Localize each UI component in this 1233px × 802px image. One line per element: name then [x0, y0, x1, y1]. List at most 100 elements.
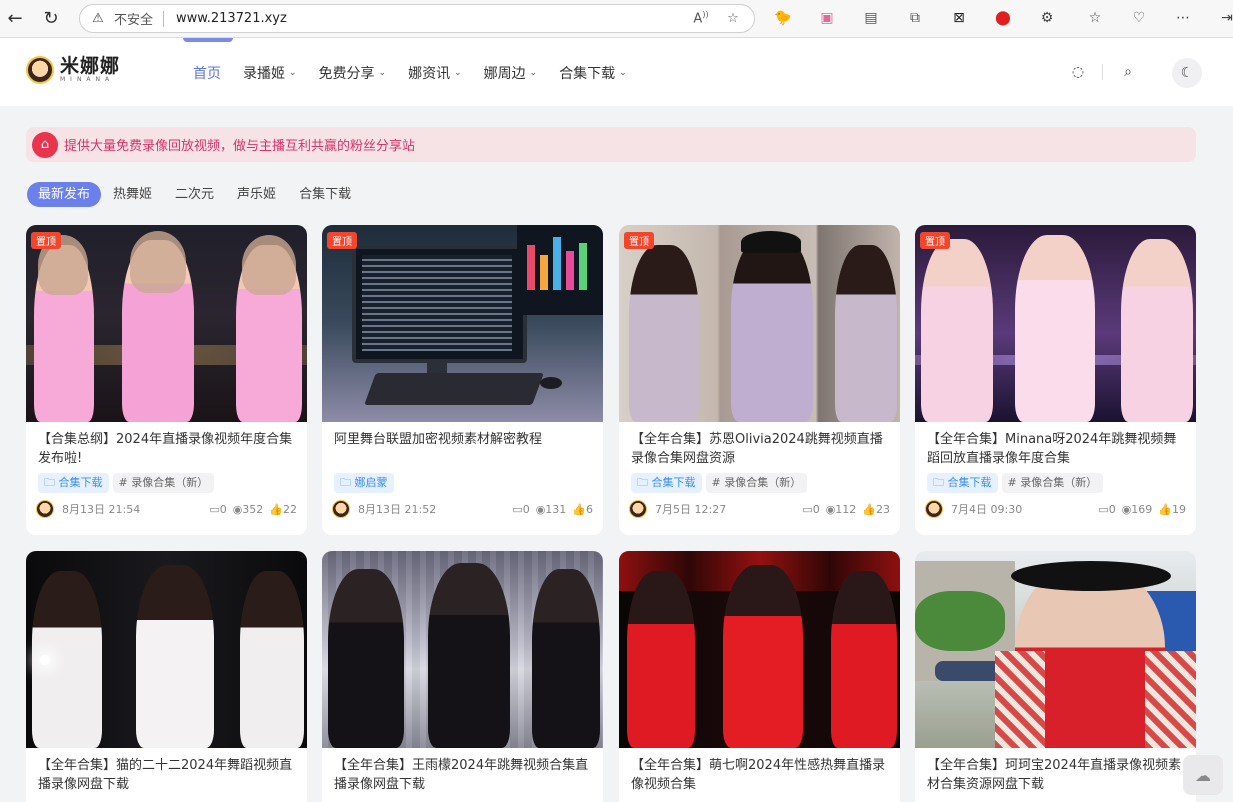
post-title[interactable]: 【全年合集】猫的二十二2024年舞蹈视频直播录像网盘下载: [26, 748, 307, 796]
post-card[interactable]: 置顶 【合集总纲】2024年直播录像视频年度合集发布啦! 🗀 合集下载 # 录像…: [26, 225, 307, 535]
extension-icon[interactable]: ⬤: [992, 7, 1014, 29]
post-thumbnail[interactable]: 置顶: [619, 225, 900, 422]
sidebar-icon[interactable]: ⇥: [1216, 7, 1233, 29]
hashtag-label: 录像合集（新）: [131, 476, 209, 489]
author-avatar[interactable]: [629, 500, 647, 518]
post-card[interactable]: 置顶 【全年合集】Minana呀2024年跳舞视频舞蹈回放直播录像年度合集 🗀 …: [915, 225, 1196, 535]
post-card[interactable]: 【全年合集】珂珂宝2024年直播录像视频素材合集资源网盘下载: [915, 551, 1196, 802]
post-card[interactable]: 【全年合集】萌七啊2024年性感热舞直播录像视频合集: [619, 551, 900, 802]
post-thumbnail[interactable]: 置顶: [26, 225, 307, 422]
comment-icon: ▭: [209, 502, 220, 516]
extension-icon[interactable]: ▣: [816, 7, 838, 29]
post-title[interactable]: 【全年合集】萌七啊2024年性感热舞直播录像视频合集: [619, 748, 900, 796]
post-thumbnail[interactable]: [26, 551, 307, 748]
nav-merch[interactable]: 娜周边 ⌄: [484, 63, 538, 83]
folder-icon: 🗀: [933, 476, 944, 489]
extension-icon[interactable]: 🐤: [772, 7, 794, 29]
main-nav: 首页 录播姬 ⌄ 免费分享 ⌄ 娜资讯 ⌄ 娜周边 ⌄ 合集下载 ⌄: [193, 63, 649, 83]
author-avatar[interactable]: [332, 500, 350, 518]
thumbs-up-icon: 👍: [572, 502, 586, 516]
site-header: 米娜娜 MINANA 首页 录播姬 ⌄ 免费分享 ⌄ 娜资讯 ⌄ 娜周边 ⌄ 合集下载 ⌄…: [0, 38, 1233, 106]
pinned-badge: 置顶: [31, 232, 61, 249]
nav-home[interactable]: 首页: [193, 63, 221, 83]
post-card[interactable]: 置顶 阿里舞台联盟加密视频素材解密教程 🗀 娜启蒙 8月13日 21:52 ▭0…: [322, 225, 603, 535]
pinned-badge: 置顶: [327, 232, 357, 249]
comment-count: ▭0: [802, 502, 820, 516]
extensions-puzzle-icon[interactable]: ⚙: [1036, 7, 1058, 29]
post-card[interactable]: 置顶 【全年合集】苏恩Olivia2024跳舞视频直播录像合集网盘资源 🗀 合集…: [619, 225, 900, 535]
nav-lubo[interactable]: 录播姬 ⌄: [243, 63, 297, 83]
chevron-down-icon: ⌄: [378, 68, 387, 78]
back-icon[interactable]: ←: [0, 3, 30, 33]
hashtag-label: 录像合集（新）: [724, 476, 802, 489]
category-tag[interactable]: 🗀 合集下载: [631, 473, 702, 493]
search-icon[interactable]: ⌕: [1118, 62, 1138, 82]
post-card[interactable]: 【全年合集】猫的二十二2024年舞蹈视频直播录像网盘下载: [26, 551, 307, 802]
folder-icon: 🗀: [637, 476, 648, 489]
post-thumbnail[interactable]: [915, 551, 1196, 748]
like-count: 👍6: [572, 502, 593, 516]
post-title[interactable]: 【全年合集】苏恩Olivia2024跳舞视频直播录像合集网盘资源: [619, 422, 900, 470]
comment-count: ▭0: [512, 502, 530, 516]
chat-bubble-icon: ☁: [1195, 765, 1211, 785]
performance-icon[interactable]: ♡: [1128, 7, 1150, 29]
category-tag[interactable]: 🗀 合集下载: [927, 473, 998, 493]
category-tag[interactable]: 🗀 合集下载: [38, 473, 109, 493]
view-count: ◉352: [232, 502, 264, 516]
header-separator: [1102, 64, 1103, 80]
url-text[interactable]: www.213721.xyz: [176, 11, 680, 26]
hashtag[interactable]: # 录像合集（新）: [112, 473, 215, 493]
post-title[interactable]: 【全年合集】珂珂宝2024年直播录像视频素材合集资源网盘下载: [915, 748, 1196, 796]
nav-collection-download[interactable]: 合集下载 ⌄: [559, 63, 627, 83]
category-tabs: 最新发布 热舞姬 二次元 声乐姬 合集下载: [27, 182, 363, 207]
author-avatar[interactable]: [925, 500, 943, 518]
warning-icon: ⚠: [92, 11, 104, 26]
post-thumbnail[interactable]: 置顶: [322, 225, 603, 422]
post-title[interactable]: 【合集总纲】2024年直播录像视频年度合集发布啦!: [26, 422, 307, 470]
refresh-icon[interactable]: ↻: [36, 3, 66, 33]
extension-icon[interactable]: ▤: [860, 7, 882, 29]
pinned-badge: 置顶: [624, 232, 654, 249]
comment-icon: ▭: [1098, 502, 1109, 516]
post-date: 8月13日 21:54: [62, 503, 141, 516]
view-count: ◉112: [825, 502, 857, 516]
favorite-star-icon[interactable]: ☆: [722, 11, 744, 26]
post-title[interactable]: 【全年合集】Minana呀2024年跳舞视频舞蹈回放直播录像年度合集: [915, 422, 1196, 470]
tab-latest[interactable]: 最新发布: [27, 182, 102, 207]
extension-icon[interactable]: ⊠: [948, 7, 970, 29]
nav-news[interactable]: 娜资讯 ⌄: [408, 63, 462, 83]
logo-avatar-icon: [26, 56, 54, 84]
post-date: 7月5日 12:27: [655, 503, 727, 516]
post-thumbnail[interactable]: 置顶: [915, 225, 1196, 422]
active-nav-indicator: [183, 38, 233, 42]
post-title[interactable]: 阿里舞台联盟加密视频素材解密教程: [322, 422, 603, 470]
read-aloud-icon[interactable]: A)): [690, 10, 712, 26]
category-tag[interactable]: 🗀 娜启蒙: [334, 473, 394, 493]
view-count: ◉169: [1121, 502, 1153, 516]
extension-icon[interactable]: ⧉: [904, 7, 926, 29]
lightbulb-icon[interactable]: ◌: [1068, 62, 1088, 82]
chevron-down-icon: ⌄: [289, 68, 297, 78]
nav-free-share[interactable]: 免费分享 ⌄: [319, 63, 387, 83]
post-thumbnail[interactable]: [619, 551, 900, 748]
post-thumbnail[interactable]: [322, 551, 603, 748]
tab-collections[interactable]: 合集下载: [288, 182, 362, 207]
tab-vocal[interactable]: 声乐姬: [226, 182, 287, 207]
browser-toolbar: ← ↻ ⚠ 不安全 www.213721.xyz A)) ☆ 🐤 ▣ ▤ ⧉ ⊠…: [0, 0, 1233, 38]
post-card[interactable]: 【全年合集】王雨檬2024年跳舞视频合集直播录像网盘下载: [322, 551, 603, 802]
chat-float-button[interactable]: ☁: [1183, 755, 1223, 795]
hashtag[interactable]: # 录像合集（新）: [705, 473, 808, 493]
tab-hot-dance[interactable]: 热舞姬: [102, 182, 163, 207]
category-label: 合集下载: [947, 476, 992, 489]
notice-text: 提供大量免费录像回放视频，做与主播互利共赢的粉丝分享站: [64, 139, 416, 154]
dark-mode-toggle[interactable]: ☾: [1172, 58, 1202, 88]
hashtag[interactable]: # 录像合集（新）: [1001, 473, 1104, 493]
tab-anime[interactable]: 二次元: [164, 182, 225, 207]
post-title[interactable]: 【全年合集】王雨檬2024年跳舞视频合集直播录像网盘下载: [322, 748, 603, 796]
nav-label: 合集下载: [559, 66, 616, 82]
favorites-icon[interactable]: ☆: [1084, 7, 1106, 29]
address-bar[interactable]: ⚠ 不安全 www.213721.xyz A)) ☆: [79, 4, 755, 33]
author-avatar[interactable]: [36, 500, 54, 518]
more-menu-icon[interactable]: ⋯: [1172, 7, 1194, 29]
site-logo[interactable]: 米娜娜 MINANA: [26, 56, 120, 84]
